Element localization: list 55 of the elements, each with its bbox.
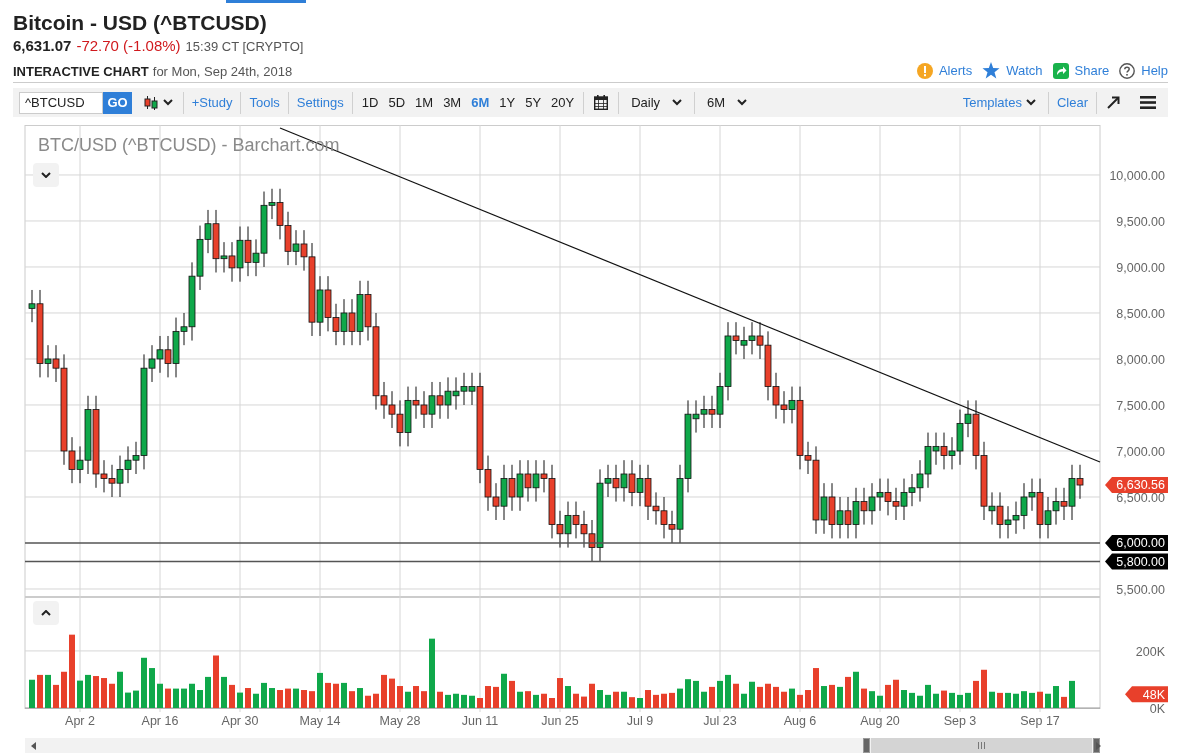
axis-label: 7,000.00 [1116, 445, 1165, 459]
range-tab[interactable]: 5Y [520, 95, 547, 110]
axis-label: Apr 30 [221, 714, 259, 728]
range-tab[interactable]: 1M [410, 95, 439, 110]
axis-label: 200K [1135, 644, 1165, 659]
range-tab[interactable]: 5D [383, 95, 411, 110]
range-tab[interactable]: 6M [466, 95, 495, 110]
axis-label: Apr 2 [65, 714, 95, 728]
axis-label: 6,500.00 [1116, 491, 1165, 505]
range-tab[interactable]: 1Y [494, 95, 521, 110]
last-price: 6,631.07 [13, 36, 72, 56]
axis-label: 7,500.00 [1116, 399, 1165, 413]
toolbar-link[interactable]: Settings [292, 95, 348, 110]
price-label: 5,800.00 [1116, 554, 1165, 569]
quote-time: 15:39 CT [CRYPTO] [185, 38, 304, 56]
axis-label: 9,000.00 [1116, 260, 1165, 275]
axis-label: Aug 20 [860, 714, 900, 728]
chart-label: INTERACTIVE CHART [13, 64, 149, 79]
price-change: -72.70 (-1.08%) [76, 36, 181, 56]
header-link[interactable]: Share [1074, 63, 1110, 78]
price-label: 6,000.00 [1116, 536, 1165, 551]
axis-label: Jul 23 [703, 714, 737, 728]
toolbar-link[interactable]: Tools [245, 95, 284, 110]
axis-label: May 14 [299, 714, 341, 728]
axis-label: 0K [1149, 702, 1165, 716]
chart-date: for Mon, Sep 24th, 2018 [152, 64, 293, 79]
axis-label: Aug 6 [783, 714, 817, 728]
axis-label: 8,500.00 [1116, 306, 1165, 321]
interval-dropdown[interactable]: Daily [623, 95, 691, 110]
range-tab[interactable]: 1D [356, 95, 384, 110]
templates-dropdown[interactable]: Templates [954, 95, 1044, 110]
axis-label: Sep 3 [943, 714, 977, 728]
clear-link[interactable]: Clear [1052, 95, 1092, 110]
axis-label: 8,000.00 [1116, 353, 1165, 367]
axis-label: Jul 9 [626, 714, 654, 728]
range-tab[interactable]: 20Y [546, 95, 580, 110]
axis-label: Apr 16 [141, 714, 179, 728]
header-link[interactable]: Watch [1006, 63, 1043, 78]
axis-label: Jun 25 [541, 714, 579, 728]
axis-label: 5,500.00 [1116, 583, 1165, 597]
axis-label: Jun 11 [461, 714, 499, 728]
symbol-input[interactable]: ^BTCUSD [19, 91, 103, 114]
period-dropdown[interactable]: 6M [699, 95, 756, 110]
header-link[interactable]: Alerts [938, 63, 973, 78]
range-tab[interactable]: 3M [438, 95, 467, 110]
go-button[interactable]: GO [103, 91, 132, 114]
page-title: Bitcoin - USD (^BTCUSD) [13, 10, 267, 36]
header-link[interactable]: Help [1141, 63, 1168, 78]
price-label: 6,630.56 [1116, 478, 1165, 493]
axis-label: 9,500.00 [1116, 214, 1165, 229]
price-label: 48K [1142, 687, 1165, 702]
axis-label: May 28 [379, 714, 421, 728]
toolbar-link[interactable]: +Study [187, 95, 237, 110]
axis-label: Sep 17 [1020, 714, 1060, 728]
axis-label: 10,000.00 [1109, 168, 1165, 183]
